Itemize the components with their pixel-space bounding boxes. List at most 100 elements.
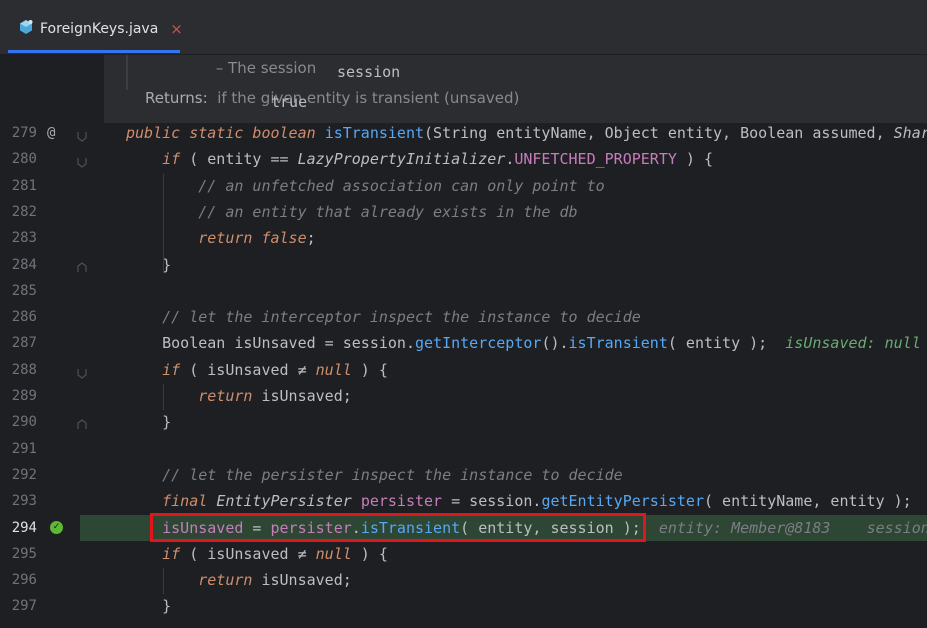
code-text: // an entity that already exists in the … [126, 199, 578, 225]
code-token: isUnsaved; [252, 387, 352, 405]
indent-guide [163, 174, 164, 272]
code-token: ( entity ); [667, 334, 786, 353]
method-name: isTransient [324, 124, 425, 142]
brace: } [162, 597, 172, 616]
code-line-289[interactable]: 289 return isUnsaved; [0, 383, 927, 409]
code-line-297[interactable]: 297 } [0, 593, 927, 619]
fold-icon[interactable] [76, 127, 88, 146]
code-text: Boolean isUnsaved = session.getIntercept… [126, 330, 921, 356]
keyword: null [315, 360, 352, 379]
line-number[interactable]: 284 [0, 252, 37, 278]
code-token: ) { [351, 360, 388, 379]
tab-close-icon[interactable]: × [170, 20, 183, 38]
line-number[interactable]: 281 [0, 173, 37, 199]
override-marker-icon[interactable]: @ [47, 120, 55, 146]
code-line-287[interactable]: 287 Boolean isUnsaved = session.getInter… [0, 330, 927, 356]
rendered-javadoc: session – The session Returns: true if t… [104, 55, 927, 123]
code-text: // let the interceptor inspect the insta… [126, 304, 641, 330]
fold-icon[interactable] [76, 153, 88, 172]
comment: // an entity that already exists in the … [198, 202, 578, 221]
javadoc-returns: Returns: true if the given entity is tra… [145, 89, 520, 111]
line-number[interactable]: 282 [0, 199, 37, 225]
line-number[interactable]: 293 [0, 488, 37, 514]
class-name: EntityPersister [216, 492, 352, 511]
variable: isUnsaved [234, 334, 316, 353]
line-number[interactable]: 280 [0, 146, 37, 172]
operator: == [270, 150, 289, 169]
fold-icon[interactable] [76, 364, 88, 383]
code-text: if ( isUnsaved ≠ null ) { [126, 357, 388, 383]
line-number[interactable]: 283 [0, 225, 37, 251]
code-line-279[interactable]: 279 @ public static boolean isTransient(St… [0, 120, 927, 146]
code-text: } [126, 593, 171, 619]
code-text: // let the persister inspect the instanc… [126, 462, 623, 488]
highlight-box [150, 513, 646, 542]
code-line-290[interactable]: 290 } [0, 409, 927, 435]
fold-icon[interactable] [76, 259, 88, 278]
code-line-282[interactable]: 282 // an entity that already exists in … [0, 199, 927, 225]
code-line-286[interactable]: 286 // let the interceptor inspect the i… [0, 304, 927, 330]
code-line-293[interactable]: 293 final EntityPersister persister = se… [0, 488, 927, 514]
code-line-285[interactable]: 285 [0, 278, 927, 304]
code-line-292[interactable]: 292 // let the persister inspect the ins… [0, 462, 927, 488]
keyword: null [315, 544, 352, 563]
keyword: if [162, 544, 181, 563]
code-token: ) { [351, 544, 388, 563]
breakpoint-check-icon[interactable]: ✓ [50, 520, 63, 534]
code-token: Boolean [162, 334, 235, 353]
line-number[interactable]: 297 [0, 593, 37, 619]
inline-debug-value: isUnsaved: null [785, 334, 921, 353]
code-text: final EntityPersister persister = sessio… [126, 488, 912, 514]
line-number[interactable]: 290 [0, 409, 37, 435]
line-number[interactable]: 285 [0, 278, 37, 304]
constant: UNFETCHED_PROPERTY [514, 150, 677, 169]
code-token: Shar [893, 124, 927, 142]
editor-tab-bar: ForeignKeys.java × [0, 0, 927, 55]
java-class-icon [18, 19, 34, 39]
keyword: final [162, 492, 217, 511]
comment: // let the interceptor inspect the insta… [162, 308, 641, 327]
comment: // an unfetched association can only poi… [198, 176, 605, 195]
code-token: ( entity [180, 150, 271, 169]
line-number[interactable]: 292 [0, 462, 37, 488]
tab-filename: ForeignKeys.java [40, 21, 159, 37]
inline-debug-value: entity: Member@8183 [658, 518, 831, 537]
code-text: if ( entity == LazyPropertyInitializer.U… [126, 146, 713, 172]
line-number[interactable]: 296 [0, 567, 37, 593]
line-number[interactable]: 286 [0, 304, 37, 330]
code-line-296[interactable]: 296 return isUnsaved; [0, 567, 927, 593]
code-line-281[interactable]: 281 // an unfetched association can only… [0, 173, 927, 199]
code-token: ( isUnsaved [180, 544, 298, 563]
brace: } [162, 413, 172, 432]
tab-foreignkeys-java[interactable]: ForeignKeys.java × [8, 8, 183, 53]
code-token: ( isUnsaved [180, 360, 298, 379]
line-number[interactable]: 289 [0, 383, 37, 409]
code-line-280[interactable]: 280 if ( entity == LazyPropertyInitializ… [0, 146, 927, 172]
line-number[interactable]: 288 [0, 357, 37, 383]
code-token: ) { [676, 150, 714, 169]
line-number[interactable]: 287 [0, 330, 37, 356]
line-number[interactable]: 291 [0, 436, 37, 462]
line-number[interactable]: 279 [0, 120, 37, 146]
code-token: (String entityName, Object entity, Boole… [424, 124, 894, 142]
code-text: } [126, 252, 171, 278]
code-line-295[interactable]: 295 if ( isUnsaved ≠ null ) { [0, 541, 927, 567]
code-line-288[interactable]: 288 if ( isUnsaved ≠ null ) { [0, 357, 927, 383]
line-number[interactable]: 295 [0, 541, 37, 567]
code-line-291[interactable]: 291 [0, 436, 927, 462]
fold-icon[interactable] [76, 416, 88, 435]
method-name: getInterceptor [415, 334, 542, 353]
code-token: = session. [442, 492, 542, 511]
class-name: LazyPropertyInitializer [297, 150, 506, 169]
code-line-283[interactable]: 283 return false; [0, 225, 927, 251]
code-line-284[interactable]: 284 } [0, 252, 927, 278]
line-number[interactable]: 294 [0, 515, 37, 541]
code-text: // an unfetched association can only poi… [126, 173, 605, 199]
